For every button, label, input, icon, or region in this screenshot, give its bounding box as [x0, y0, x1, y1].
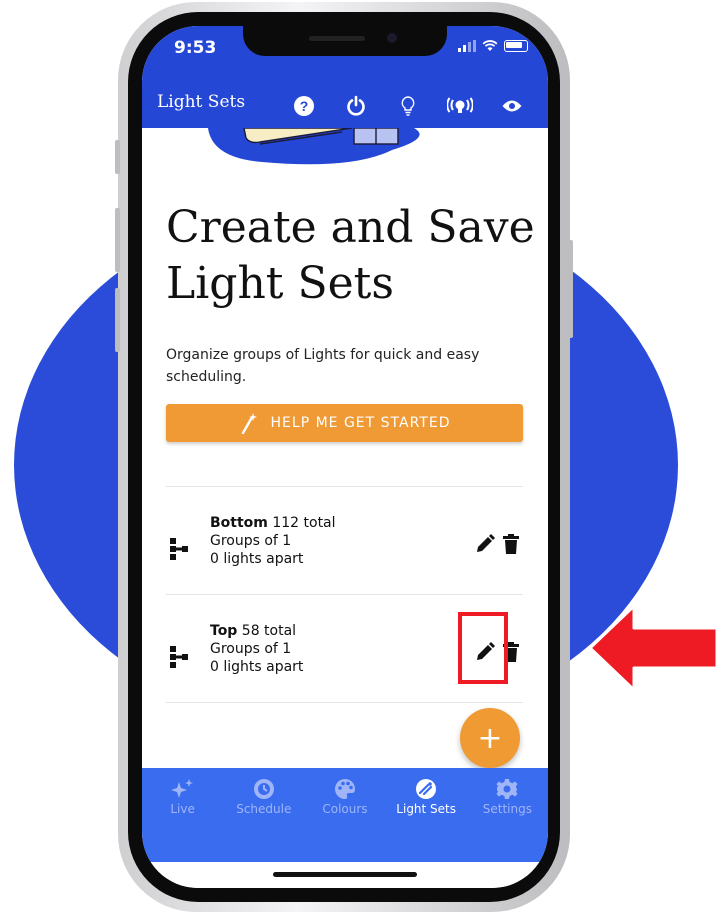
tab-label: Schedule — [236, 802, 292, 816]
signal-icon — [458, 40, 476, 52]
tab-settings[interactable]: Settings — [467, 776, 547, 816]
tab-colours[interactable]: Colours — [305, 776, 385, 816]
tab-live[interactable]: Live — [143, 776, 223, 816]
bulb-icon[interactable] — [382, 90, 434, 122]
light-set-icon — [170, 538, 188, 560]
phone-volume-up — [115, 208, 120, 272]
tab-schedule[interactable]: Schedule — [224, 776, 304, 816]
page-title: Create and Save Light Sets — [166, 202, 535, 309]
light-set-total: 112 total — [272, 515, 336, 531]
tab-label: Colours — [322, 802, 368, 816]
tab-label: Live — [170, 802, 195, 816]
app-bar-actions: ? — [278, 90, 538, 122]
magic-wand-icon — [241, 413, 257, 434]
list-divider — [166, 486, 523, 487]
phone-mute-switch — [115, 140, 120, 174]
app-bar: Light Sets ? — [142, 84, 548, 128]
light-sets-icon — [416, 779, 437, 799]
tab-label: Light Sets — [396, 802, 457, 816]
light-set-groups: Groups of 1 — [210, 533, 292, 549]
page-description: Organize groups of Lights for quick and … — [166, 347, 480, 385]
help-icon[interactable]: ? — [278, 90, 330, 122]
gear-icon — [496, 779, 518, 799]
schedule-icon — [253, 779, 274, 799]
home-indicator[interactable] — [273, 872, 417, 877]
tab-light-sets[interactable]: Light Sets — [386, 776, 466, 816]
status-icons — [458, 40, 528, 52]
palette-icon — [334, 779, 355, 799]
row-actions — [475, 534, 519, 554]
status-bar: 9:53 — [142, 26, 548, 84]
phone-volume-down — [115, 288, 120, 352]
light-set-total: 58 total — [241, 623, 297, 639]
status-time: 9:53 — [174, 38, 217, 58]
light-set-row-bottom[interactable]: Bottom 112 total Groups of 1 0 lights ap… — [166, 514, 523, 584]
speaker-grille — [309, 36, 365, 41]
edit-pencil-icon[interactable] — [475, 534, 495, 554]
notch — [243, 26, 447, 56]
light-set-spacing: 0 lights apart — [210, 551, 304, 567]
help-me-get-started-button[interactable]: HELP ME GET STARTED — [166, 404, 523, 442]
phone-screen: 9:53 Light Sets ? Create and Save Light … — [142, 26, 548, 888]
broadcast-icon[interactable] — [434, 90, 486, 122]
phone-power-button — [568, 240, 573, 338]
power-icon[interactable] — [330, 90, 382, 122]
sparkles-icon — [170, 779, 193, 798]
help-button-label: HELP ME GET STARTED — [270, 415, 451, 431]
light-set-name: Bottom — [210, 515, 268, 531]
home-indicator-area — [142, 862, 548, 888]
light-set-name: Top — [210, 623, 238, 639]
list-divider — [166, 594, 523, 595]
wifi-icon — [482, 40, 498, 51]
battery-icon — [504, 40, 528, 52]
hero-illustration — [208, 128, 420, 165]
bottom-tab-bar: Live Schedule Colours Light Sets Setting… — [142, 768, 548, 862]
delete-trash-icon[interactable] — [503, 534, 519, 554]
front-camera — [387, 33, 397, 43]
add-light-set-button[interactable]: + — [460, 708, 520, 768]
light-set-groups: Groups of 1 — [210, 641, 292, 657]
light-set-info: Top 58 total Groups of 1 0 lights apart — [210, 622, 303, 676]
light-set-spacing: 0 lights apart — [210, 659, 304, 675]
app-title: Light Sets — [157, 92, 246, 112]
tab-label: Settings — [482, 802, 532, 816]
highlight-box — [458, 612, 508, 684]
eye-icon[interactable] — [486, 90, 538, 122]
light-set-icon — [170, 646, 188, 668]
red-arrow-icon — [590, 606, 717, 690]
svg-text:?: ? — [300, 98, 309, 114]
list-divider — [166, 702, 523, 703]
light-set-info: Bottom 112 total Groups of 1 0 lights ap… — [210, 514, 336, 568]
